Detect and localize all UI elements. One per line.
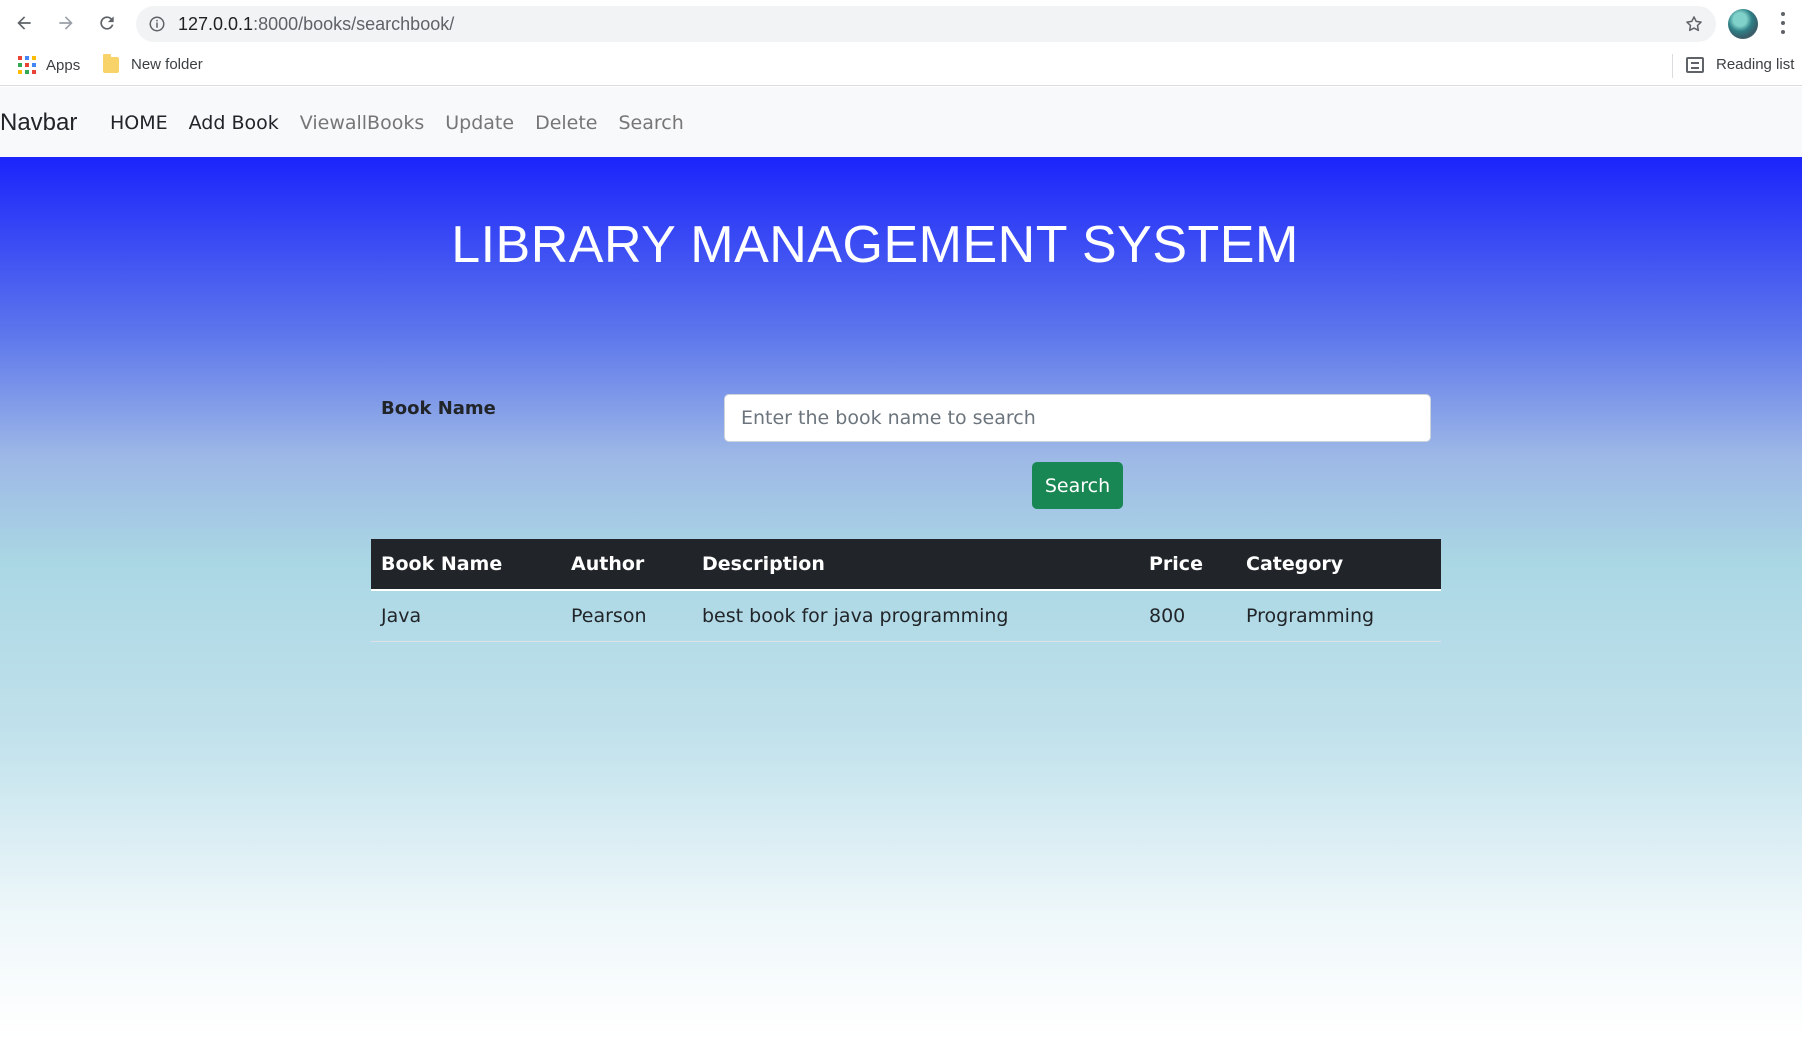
book-name-search-input[interactable] [724,394,1431,442]
nav-link-add-book[interactable]: Add Book [189,112,279,134]
more-menu-icon[interactable] [1775,10,1791,36]
star-icon[interactable] [1684,14,1704,34]
column-header: Description [692,539,1139,591]
address-bar[interactable]: 127.0.0.1:8000/books/searchbook/ [136,6,1716,42]
reload-icon [100,16,114,30]
results-table: Book Name Author Description Price Categ… [371,539,1441,642]
column-header: Author [561,539,692,591]
bookmarks-bar: Apps New folder Reading list [0,46,1802,86]
table-cell: Pearson [561,590,692,642]
back-button[interactable] [8,8,40,38]
table-header-row: Book Name Author Description Price Categ… [371,539,1441,591]
table-cell: best book for java programming [692,590,1139,642]
bookmarks-divider [1672,54,1673,78]
book-name-label: Book Name [381,398,496,419]
apps-grid-icon [18,56,36,74]
column-header: Category [1236,539,1441,591]
bookmark-new-folder[interactable]: New folder [103,53,203,73]
info-icon[interactable] [148,15,166,33]
column-header: Price [1139,539,1236,591]
app-navbar: Navbar HOME Add Book ViewallBooks Update… [0,87,1802,157]
browser-toolbar: 127.0.0.1:8000/books/searchbook/ [0,0,1802,46]
table-cell: Programming [1236,590,1441,642]
bookmark-label: Apps [46,56,81,74]
forward-button[interactable] [50,8,82,38]
bookmark-label: New folder [131,56,203,73]
nav-link-delete[interactable]: Delete [535,112,597,134]
arrow-right-icon [59,16,73,30]
reading-list-button[interactable]: Reading list [1686,56,1794,73]
page-title: LIBRARY MANAGEMENT SYSTEM [451,216,1299,274]
nav-links: HOME Add Book ViewallBooks Update Delete… [110,112,705,134]
nav-link-update[interactable]: Update [445,112,514,134]
arrow-left-icon [17,16,31,30]
nav-link-home[interactable]: HOME [110,112,168,134]
reload-button[interactable] [91,8,123,38]
table-row: Java Pearson best book for java programm… [371,590,1441,642]
profile-avatar[interactable] [1728,9,1758,39]
table-cell: Java [371,590,561,642]
bookmark-apps[interactable]: Apps [18,56,80,74]
folder-icon [103,53,119,73]
column-header: Book Name [371,539,561,591]
reading-list-icon [1686,56,1704,73]
page-content: LIBRARY MANAGEMENT SYSTEM Book Name Sear… [0,157,1802,1037]
navbar-brand[interactable]: Navbar [0,109,77,137]
nav-link-view-all-books[interactable]: ViewallBooks [300,112,424,134]
table-cell: 800 [1139,590,1236,642]
reading-list-label: Reading list [1716,56,1795,73]
nav-link-search[interactable]: Search [619,112,684,134]
search-button[interactable]: Search [1032,462,1123,509]
url-text: 127.0.0.1:8000/books/searchbook/ [178,14,455,34]
